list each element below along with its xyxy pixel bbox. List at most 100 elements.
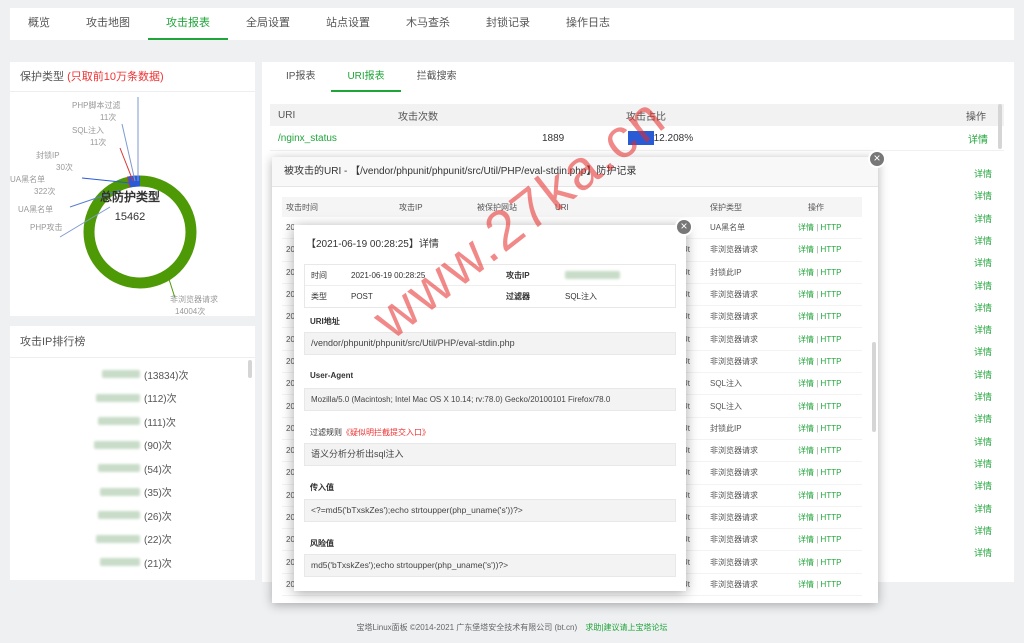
leader-line	[121, 123, 136, 182]
detail-link[interactable]: 详情	[974, 189, 992, 202]
detail-link[interactable]: 详情	[798, 312, 814, 321]
attack-count: (21)次	[144, 558, 172, 570]
detail-link[interactable]: 详情	[798, 335, 814, 344]
detail-link[interactable]: 详情	[974, 234, 992, 247]
detail-link[interactable]: 详情	[798, 468, 814, 477]
detail-link[interactable]: 详情	[798, 535, 814, 544]
http-link[interactable]: HTTP	[821, 446, 842, 455]
detail-link[interactable]: 详情	[974, 368, 992, 381]
ip-value	[565, 271, 620, 279]
row-type: UA黑名单	[710, 223, 746, 233]
detail-link[interactable]: 详情	[974, 390, 992, 403]
footer-text: 宝塔Linux面板 ©2014-2021 广东堡塔安全技术有限公司 (bt.cn…	[356, 623, 578, 632]
detail-link[interactable]: 详情	[798, 446, 814, 455]
row-type: 封锁此IP	[710, 423, 742, 433]
nav-tab[interactable]: 站点设置	[308, 8, 388, 40]
detail-link[interactable]: 详情	[974, 279, 992, 292]
input-label: 传入值	[310, 483, 334, 492]
detail-link[interactable]: 详情	[798, 580, 814, 589]
sub-tab[interactable]: 拦截搜索	[401, 64, 473, 92]
http-link[interactable]: HTTP	[821, 290, 842, 299]
detail-link[interactable]: 详情	[798, 357, 814, 366]
detail-link[interactable]: 详情	[974, 301, 992, 314]
top-nav: 概览 攻击地图 攻击报表 全局设置 站点设置 木马查杀 封锁记录 操作日志	[10, 8, 1014, 40]
row-type: 非浏览器请求	[710, 557, 758, 567]
detail-link[interactable]: 详情	[974, 479, 992, 492]
detail-link[interactable]: 详情	[798, 268, 814, 277]
http-link[interactable]: HTTP	[821, 335, 842, 344]
detail-link[interactable]: 详情	[798, 223, 814, 232]
rank-scrollbar[interactable]	[248, 360, 252, 378]
row-type: 非浏览器请求	[710, 468, 758, 478]
http-link[interactable]: HTTP	[821, 402, 842, 411]
attack-count: (13834)次	[144, 370, 189, 382]
pie-label: PHP脚本过滤	[72, 101, 121, 110]
detail-title: 【2021-06-19 00:28:25】详情	[306, 239, 439, 250]
detail-link[interactable]: 详情	[974, 412, 992, 425]
http-link[interactable]: HTTP	[821, 535, 842, 544]
footer-forum-link[interactable]: 求助|建议请上宝塔论坛	[585, 623, 667, 632]
detail-link[interactable]: 详情	[974, 256, 992, 269]
http-link[interactable]: HTTP	[821, 268, 842, 277]
col-ratio: 攻击占比	[626, 111, 666, 123]
records-col: 攻击时间	[286, 202, 318, 212]
detail-link[interactable]: 详情	[798, 245, 814, 254]
records-scrollbar[interactable]	[872, 342, 876, 432]
sub-tab[interactable]: URI报表	[331, 64, 401, 92]
detail-link[interactable]: 详情	[974, 457, 992, 470]
http-link[interactable]: HTTP	[821, 245, 842, 254]
http-link[interactable]: HTTP	[821, 312, 842, 321]
nav-tab[interactable]: 攻击报表	[148, 8, 228, 40]
row-type: 非浏览器请求	[710, 490, 758, 500]
detail-link[interactable]: 详情	[798, 379, 814, 388]
action-separator: |	[816, 245, 819, 255]
ip-address	[98, 417, 140, 425]
uri-scrollbar[interactable]	[998, 104, 1002, 149]
http-link[interactable]: HTTP	[821, 379, 842, 388]
list-item: (111)次	[98, 413, 176, 429]
nav-tab[interactable]: 攻击地图	[68, 8, 148, 40]
detail-link[interactable]: 详情	[974, 435, 992, 448]
row-actions: 详情 | HTTP	[798, 490, 858, 501]
http-link[interactable]: HTTP	[821, 513, 842, 522]
action-separator: |	[816, 223, 819, 233]
list-item: (90)次	[94, 437, 172, 453]
detail-link[interactable]: 详情	[974, 524, 992, 537]
pie-label: 30次	[56, 163, 73, 172]
detail-link[interactable]: 详情	[974, 323, 992, 336]
http-link[interactable]: HTTP	[821, 223, 842, 232]
http-link[interactable]: HTTP	[821, 580, 842, 589]
nav-tab[interactable]: 全局设置	[228, 8, 308, 40]
http-link[interactable]: HTTP	[821, 491, 842, 500]
table-row: /nginx_status 1889 12.208% 详情	[270, 126, 1004, 151]
uri-link[interactable]: /nginx_status	[270, 133, 542, 144]
detail-link[interactable]: 详情	[798, 290, 814, 299]
detail-link[interactable]: 详情	[974, 167, 992, 180]
detail-link[interactable]: 详情	[974, 502, 992, 515]
close-icon[interactable]: ×	[868, 150, 886, 168]
detail-link[interactable]: 详情	[974, 345, 992, 358]
donut-center-title: 总防护类型	[99, 190, 160, 204]
detail-link[interactable]: 详情	[798, 424, 814, 433]
http-link[interactable]: HTTP	[821, 558, 842, 567]
close-icon[interactable]: ×	[675, 218, 693, 236]
detail-link[interactable]: 详情	[968, 131, 998, 146]
nav-tab[interactable]: 封锁记录	[468, 8, 548, 40]
detail-link[interactable]: 详情	[798, 558, 814, 567]
detail-link[interactable]: 详情	[974, 212, 992, 225]
row-type: 非浏览器请求	[710, 356, 758, 366]
http-link[interactable]: HTTP	[821, 424, 842, 433]
http-link[interactable]: HTTP	[821, 468, 842, 477]
detail-link[interactable]: 详情	[974, 546, 992, 559]
row-type: 封锁此IP	[710, 267, 742, 277]
nav-tab[interactable]: 操作日志	[548, 8, 628, 40]
nav-tab[interactable]: 概览	[10, 8, 68, 40]
detail-link[interactable]: 详情	[798, 402, 814, 411]
http-link[interactable]: HTTP	[821, 357, 842, 366]
nav-tab[interactable]: 木马查杀	[388, 8, 468, 40]
sub-tab[interactable]: IP报表	[270, 64, 331, 92]
detail-link[interactable]: 详情	[798, 491, 814, 500]
action-separator: |	[816, 356, 819, 366]
detail-link[interactable]: 详情	[798, 513, 814, 522]
uri-value: /vendor/phpunit/phpunit/src/Util/PHP/eva…	[304, 332, 676, 355]
